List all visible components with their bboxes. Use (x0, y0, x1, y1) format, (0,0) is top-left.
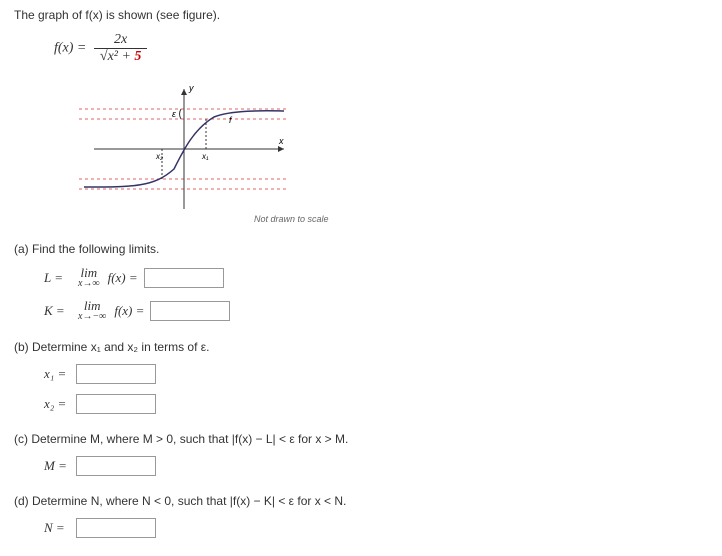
function-formula: f(x) = 2x √x² + 5 (54, 32, 708, 65)
input-K[interactable] (150, 301, 230, 321)
input-L[interactable] (144, 268, 224, 288)
part-a-prompt: (a) Find the following limits. (14, 242, 708, 256)
axis-x-label: x (278, 136, 284, 146)
part-b-prompt: (b) Determine x₁ and x₂ in terms of ε. (14, 340, 708, 354)
input-x2[interactable] (76, 394, 156, 414)
row-N: N = (44, 518, 708, 538)
x2-label: x₂ (155, 152, 163, 161)
row-L: L = lim x→∞ f(x) = (44, 266, 708, 289)
formula-lhs: f(x) = (54, 41, 86, 56)
eps-label: ε (172, 109, 177, 119)
figure-caption: Not drawn to scale (254, 214, 708, 224)
curve-label: f (229, 115, 233, 125)
formula-denominator: √x² + 5 (94, 49, 148, 65)
row-x2: x₂ = (44, 394, 708, 414)
input-N[interactable] (76, 518, 156, 538)
formula-numerator: 2x (94, 32, 148, 49)
row-M: M = (44, 456, 708, 476)
axis-y-label: y (188, 83, 194, 93)
input-M[interactable] (76, 456, 156, 476)
input-x1[interactable] (76, 364, 156, 384)
intro-text: The graph of f(x) is shown (see figure). (14, 8, 708, 22)
graph-figure: y x f ε x₁ x₂ Not drawn to scale (74, 79, 708, 224)
x1-label: x₁ (201, 152, 209, 161)
row-x1: x₁ = (44, 364, 708, 384)
part-c-prompt: (c) Determine M, where M > 0, such that … (14, 432, 708, 446)
part-d-prompt: (d) Determine N, where N < 0, such that … (14, 494, 708, 508)
graph-svg: y x f ε x₁ x₂ (74, 79, 294, 219)
row-K: K = lim x→−∞ f(x) = (44, 299, 708, 322)
